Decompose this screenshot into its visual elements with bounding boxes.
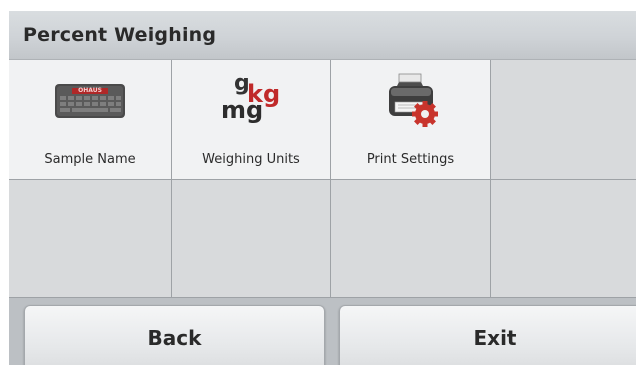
exit-button-label: Exit — [473, 326, 517, 350]
sample-name-label: Sample Name — [44, 152, 136, 167]
divider — [9, 179, 636, 180]
weighing-units-item[interactable]: g kg mg Weighing Units — [172, 60, 330, 179]
empty-cell — [491, 180, 636, 298]
divider — [490, 60, 491, 298]
empty-cell — [9, 180, 171, 298]
empty-cell — [172, 180, 330, 298]
print-settings-item[interactable]: Print Settings — [331, 60, 490, 179]
menu-grid: OHAUS Sample Name g kg mg Weighing Units — [9, 60, 636, 298]
keyboard-logo: OHAUS — [78, 87, 102, 94]
empty-cell — [491, 60, 636, 179]
printer-settings-icon — [379, 72, 443, 130]
weighing-units-label: Weighing Units — [202, 152, 300, 167]
exit-button[interactable]: Exit — [339, 305, 636, 365]
back-button-label: Back — [147, 326, 202, 350]
title-bar: Percent Weighing — [9, 11, 636, 60]
screen: Percent Weighing OHAUS Sample Name g kg … — [9, 11, 636, 365]
divider — [171, 60, 172, 298]
bottom-bar: Back Exit — [9, 298, 636, 365]
divider — [330, 60, 331, 298]
keyboard-icon: OHAUS — [54, 82, 126, 120]
units-icon: g kg mg — [221, 71, 281, 124]
sample-name-item[interactable]: OHAUS Sample Name — [9, 60, 171, 179]
print-settings-label: Print Settings — [366, 152, 455, 167]
empty-cell — [331, 180, 490, 298]
page-title: Percent Weighing — [23, 24, 217, 46]
back-button[interactable]: Back — [24, 305, 325, 365]
